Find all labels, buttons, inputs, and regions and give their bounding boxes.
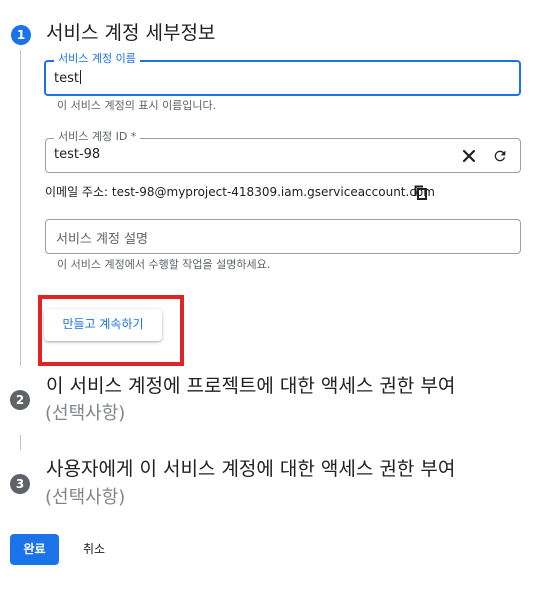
step-3-title[interactable]: 사용자에게 이 서비스 계정에 대한 액세스 권한 부여 (46, 457, 455, 481)
copy-icon[interactable] (410, 181, 432, 203)
step-connector-line (20, 435, 21, 450)
step-connector-line (20, 50, 21, 366)
service-account-email: 이메일 주소: test-98@myproject-418309.iam.gse… (45, 185, 435, 199)
service-account-name-helper: 이 서비스 계정의 표시 이름입니다. (57, 99, 217, 112)
refresh-icon[interactable] (489, 145, 511, 167)
step-3-badge: 3 (10, 474, 30, 494)
service-account-description-field[interactable]: 서비스 계정 설명 (45, 219, 521, 254)
service-account-id-field[interactable]: 서비스 계정 ID * test-98 (45, 130, 521, 173)
create-service-account-page: 1 서비스 계정 세부정보 서비스 계정 이름 test 이 서비스 계정의 표… (0, 0, 555, 595)
step-2-optional: (선택사항) (45, 403, 126, 424)
text-caret (79, 70, 81, 84)
step-2-title[interactable]: 이 서비스 계정에 프로젝트에 대한 액세스 권한 부여 (46, 374, 455, 398)
service-account-description-placeholder: 서비스 계정 설명 (56, 232, 148, 247)
close-icon[interactable] (458, 145, 480, 167)
service-account-name-label: 서비스 계정 이름 (54, 52, 140, 66)
service-account-id-label: 서비스 계정 ID * (54, 130, 141, 144)
cancel-button[interactable]: 취소 (83, 534, 105, 564)
step-3-optional: (선택사항) (45, 487, 126, 508)
step-2-badge: 2 (10, 390, 30, 410)
service-account-id-value[interactable]: test-98 (54, 147, 100, 162)
done-button[interactable]: 완료 (10, 534, 59, 565)
service-account-name-value[interactable]: test (54, 70, 81, 86)
service-account-name-field[interactable]: 서비스 계정 이름 test (44, 52, 521, 96)
step-1-badge: 1 (11, 25, 31, 45)
highlight-box (38, 295, 184, 366)
step-1-title: 서비스 계정 세부정보 (46, 22, 216, 44)
service-account-description-helper: 이 서비스 계정에서 수행할 작업을 설명하세요. (57, 258, 271, 271)
